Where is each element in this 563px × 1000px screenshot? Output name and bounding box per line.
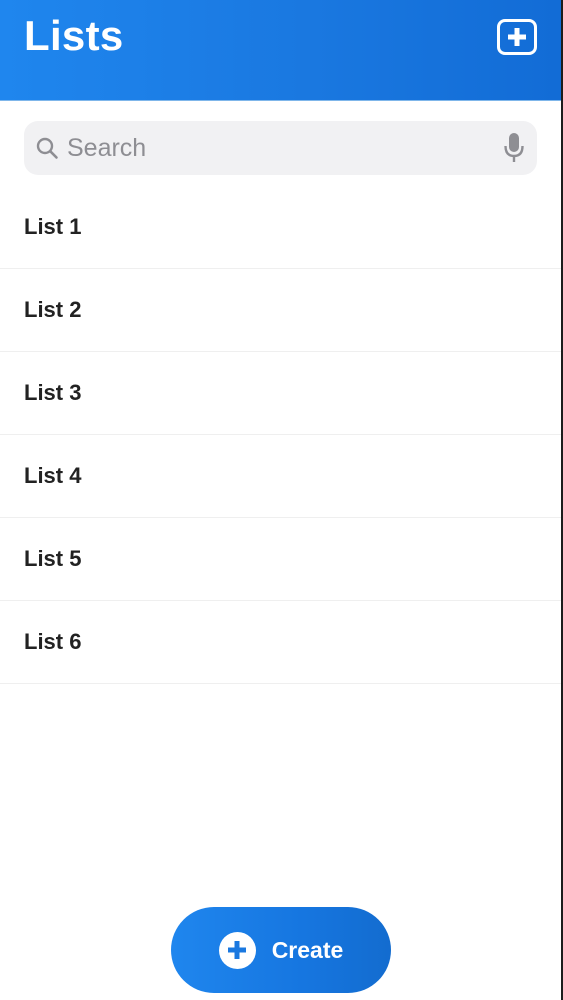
list-item-label: List 3 xyxy=(24,380,82,405)
list-item-label: List 4 xyxy=(24,463,82,488)
plus-circle-icon xyxy=(218,931,256,969)
list-item-label: List 5 xyxy=(24,546,82,571)
list-item[interactable]: List 2 xyxy=(0,269,561,352)
search-input[interactable] xyxy=(67,121,487,175)
create-button[interactable]: Create xyxy=(171,907,391,993)
page-title: Lists xyxy=(24,12,124,59)
list-item[interactable]: List 4 xyxy=(0,435,561,518)
search-icon xyxy=(36,137,58,159)
lists-container: List 1 List 2 List 3 List 4 List 5 List … xyxy=(0,186,561,684)
plus-square-icon xyxy=(508,28,526,46)
create-button-label: Create xyxy=(271,936,344,963)
plus-glyph xyxy=(228,941,247,959)
search-bar[interactable] xyxy=(24,121,537,175)
list-item[interactable]: List 1 xyxy=(0,186,561,269)
app-header: Lists xyxy=(0,0,561,101)
list-item[interactable]: List 6 xyxy=(0,601,561,684)
microphone-icon[interactable] xyxy=(503,132,525,164)
add-list-button[interactable] xyxy=(497,19,537,55)
screen: Lists List 1 List 2 List 3 List 4 xyxy=(0,0,563,1000)
list-item-label: List 1 xyxy=(24,214,82,239)
list-item-label: List 6 xyxy=(24,629,82,654)
list-item[interactable]: List 5 xyxy=(0,518,561,601)
list-item[interactable]: List 3 xyxy=(0,352,561,435)
list-item-label: List 2 xyxy=(24,297,82,322)
